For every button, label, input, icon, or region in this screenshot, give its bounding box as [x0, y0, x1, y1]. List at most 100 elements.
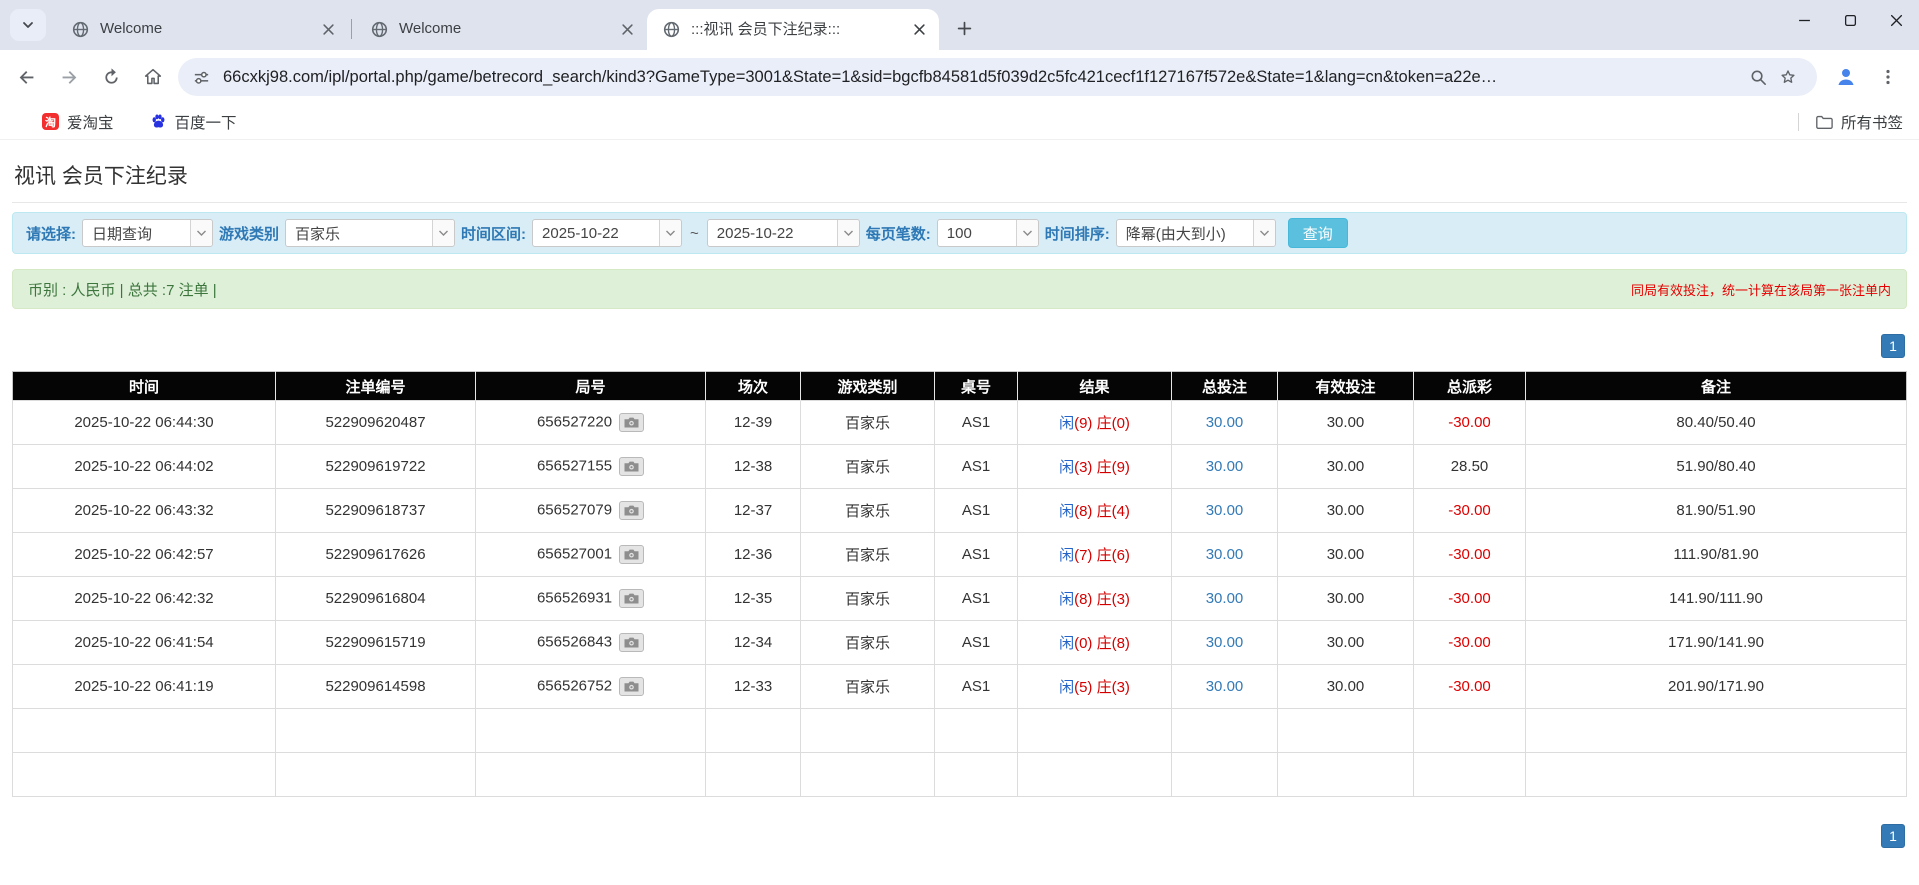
close-icon [1890, 14, 1902, 26]
replay-camera-button[interactable] [619, 457, 645, 476]
maximize-button[interactable] [1827, 0, 1873, 40]
replay-camera-button[interactable] [619, 677, 645, 696]
cell-time: 2025-10-22 06:44:02 [12, 444, 276, 489]
bookmark-taobao[interactable]: 淘 爱淘宝 [42, 111, 114, 133]
cell-time: 2025-10-22 06:43:32 [12, 488, 276, 533]
cell-total-bet[interactable]: 30.00 [1171, 664, 1278, 709]
reload-button[interactable] [90, 56, 132, 98]
bookmark-baidu[interactable]: 百度一下 [150, 111, 237, 133]
cell-result: 闲(8) 庄(4) [1017, 488, 1172, 533]
tab-close-icon[interactable] [318, 20, 338, 40]
replay-camera-button[interactable] [619, 501, 645, 520]
valid-bet-note: 同局有效投注，统一计算在该局第一张注单内 [1630, 282, 1891, 298]
chevron-down-icon [1015, 220, 1038, 246]
cell-round-id: 656527079 [475, 488, 706, 533]
home-button[interactable] [132, 56, 174, 98]
subtotal-row: 小计 7 210.00 210.00 -151.50 [12, 708, 1907, 753]
per-page-select[interactable]: 100 [936, 219, 1039, 247]
tab-search-button[interactable] [10, 9, 46, 41]
cell-time: 2025-10-22 06:42:32 [12, 576, 276, 621]
cell-total-bet[interactable]: 30.00 [1171, 532, 1278, 577]
bookmark-label: 百度一下 [174, 114, 237, 132]
camera-icon [624, 593, 639, 604]
result-player: 闲 [1059, 459, 1075, 476]
cell-payout: -30.00 [1413, 576, 1526, 621]
cell-total-bet[interactable]: 30.00 [1171, 488, 1278, 533]
round-number: 656527220 [536, 413, 613, 431]
cell-bet-id: 522909617626 [275, 532, 476, 577]
all-bookmarks-button[interactable]: 所有书签 [1815, 111, 1903, 133]
forward-button[interactable] [48, 56, 90, 98]
cell-valid-bet: 30.00 [1277, 576, 1414, 621]
cell-round-id: 656527155 [475, 444, 706, 489]
bookmark-star-button[interactable] [1773, 62, 1803, 92]
cell-result: 闲(9) 庄(0) [1017, 400, 1172, 445]
cell-total-bet[interactable]: 30.00 [1171, 620, 1278, 665]
back-button[interactable] [6, 56, 48, 98]
address-bar[interactable]: 66cxkj98.com/ipl/portal.php/game/betreco… [178, 58, 1817, 96]
cell-game-type: 百家乐 [800, 400, 935, 445]
pagination-page-1-top[interactable]: 1 [1881, 334, 1905, 358]
replay-camera-button[interactable] [619, 633, 645, 652]
cell-session: 12-33 [705, 664, 801, 709]
folder-icon [1816, 115, 1833, 129]
query-type-select[interactable]: 日期查询 [82, 219, 213, 247]
header-bet-id: 注单编号 [275, 371, 476, 401]
pagination-page-1-bottom[interactable]: 1 [1881, 824, 1905, 848]
replay-camera-button[interactable] [619, 545, 645, 564]
result-banker: 庄(9) [1096, 459, 1130, 476]
result-player: 闲 [1059, 547, 1075, 564]
cell-table-id: AS1 [934, 400, 1018, 445]
magnifier-icon [1751, 70, 1766, 85]
table-row: 2025-10-22 06:42:57 522909617626 6565270… [12, 532, 1907, 577]
date-from-select[interactable]: 2025-10-22 [532, 219, 683, 247]
tab-close-icon[interactable] [909, 20, 929, 40]
profile-button[interactable] [1825, 56, 1867, 98]
replay-camera-button[interactable] [619, 413, 645, 432]
bookmark-label: 爱淘宝 [67, 114, 114, 132]
cell-remark: 111.90/81.90 [1525, 532, 1907, 577]
tab-welcome-2[interactable]: Welcome [355, 9, 647, 50]
close-window-button[interactable] [1873, 0, 1919, 40]
site-settings-icon [194, 71, 209, 84]
minimize-button[interactable] [1781, 0, 1827, 40]
result-player: 闲 [1059, 415, 1075, 432]
date-to-select[interactable]: 2025-10-22 [706, 219, 860, 247]
zoom-page-button[interactable] [1743, 62, 1773, 92]
cell-payout: -30.00 [1413, 532, 1526, 577]
bookmarks-bar: 淘 爱淘宝 百度一下 所有书签 [0, 104, 1919, 140]
cell-table-id: AS1 [934, 532, 1018, 577]
chevron-down-icon [190, 220, 212, 246]
browser-menu-button[interactable] [1867, 56, 1909, 98]
game-type-select[interactable]: 百家乐 [285, 219, 456, 247]
cell-table-id: AS1 [934, 620, 1018, 665]
tab-bet-records-active[interactable]: :::视讯 会员下注纪录::: [647, 9, 939, 50]
cell-time: 2025-10-22 06:41:19 [12, 664, 276, 709]
star-icon [1781, 70, 1795, 83]
cell-table-id: AS1 [934, 576, 1018, 621]
cell-total-bet[interactable]: 30.00 [1171, 444, 1278, 489]
forward-arrow-icon [62, 71, 77, 84]
time-sort-value: 降幂(由大到小) [1125, 225, 1226, 243]
table-header-row: 时间 注单编号 局号 场次 游戏类别 桌号 结果 总投注 有效投注 总派彩 备注 [12, 371, 1907, 401]
cell-valid-bet: 30.00 [1277, 488, 1414, 533]
cell-game-type: 百家乐 [800, 488, 935, 533]
time-sort-select[interactable]: 降幂(由大到小) [1115, 219, 1276, 247]
result-player-score: (8) [1074, 503, 1093, 520]
tab-close-icon[interactable] [617, 20, 637, 40]
round-number: 656527001 [536, 545, 613, 563]
baidu-paw-icon [152, 114, 164, 128]
reload-icon [104, 67, 118, 84]
cell-total-bet[interactable]: 30.00 [1171, 400, 1278, 445]
new-tab-button[interactable] [949, 13, 979, 43]
tab-welcome-1[interactable]: Welcome [56, 9, 348, 50]
all-bookmarks-label: 所有书签 [1840, 114, 1903, 132]
round-number: 656526843 [536, 633, 613, 651]
range-separator: ~ [690, 224, 699, 242]
cell-total-bet[interactable]: 30.00 [1171, 576, 1278, 621]
result-player-score: (8) [1074, 591, 1093, 608]
result-player-score: (9) [1074, 415, 1093, 432]
camera-icon [624, 549, 639, 560]
search-button[interactable]: 查询 [1287, 218, 1348, 248]
replay-camera-button[interactable] [619, 589, 645, 608]
